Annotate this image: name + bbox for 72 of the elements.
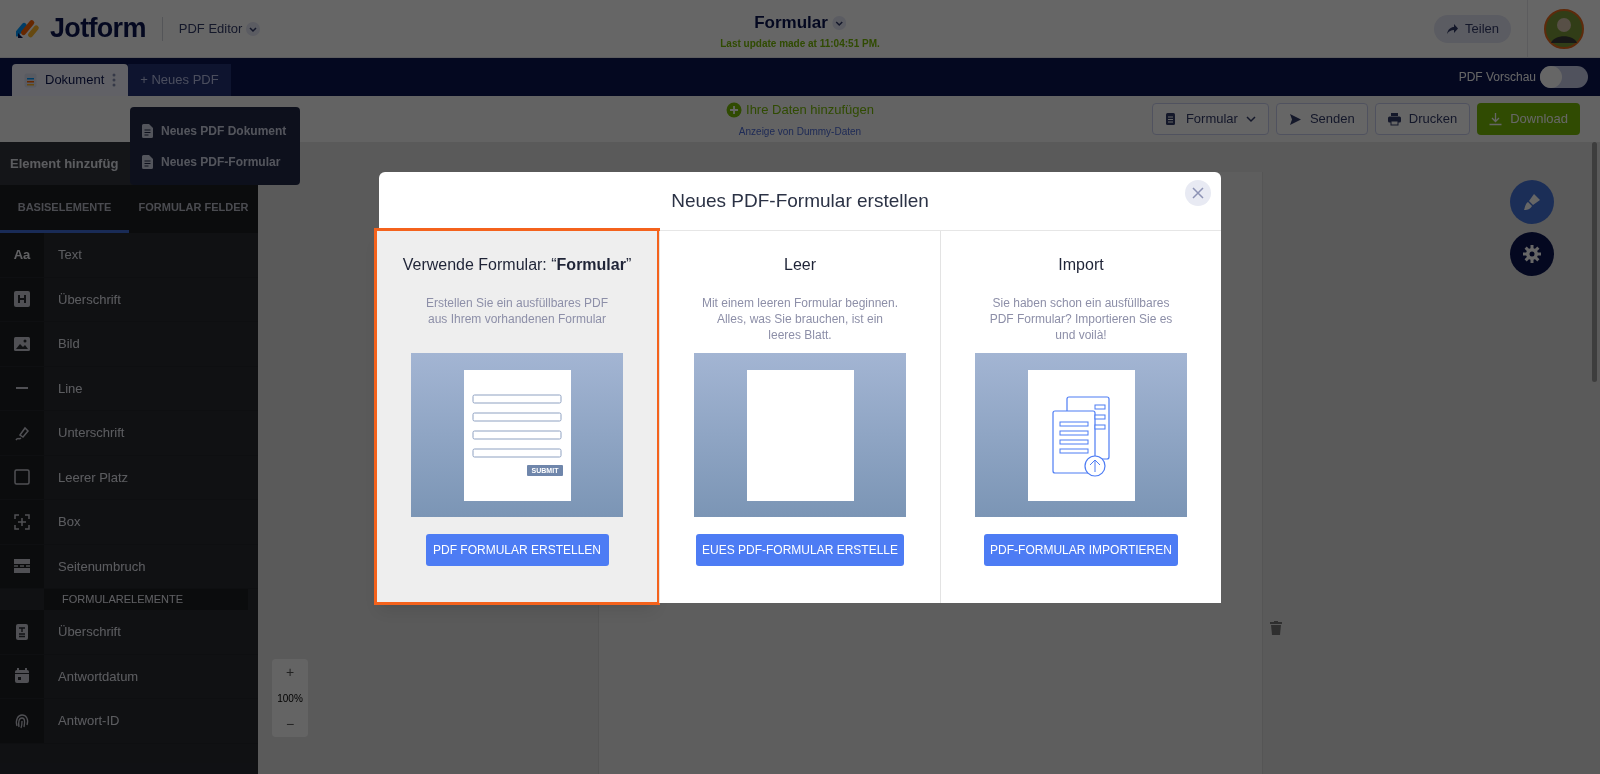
zoom-in-button[interactable]: + <box>285 659 295 685</box>
line-icon <box>16 387 28 390</box>
sidebar-item[interactable]: Bild <box>0 322 258 367</box>
preview-toggle[interactable] <box>1540 66 1588 88</box>
send-icon <box>1288 112 1302 126</box>
fingerprint-icon <box>13 711 31 730</box>
calendar-icon <box>13 667 31 686</box>
form-icon <box>1164 112 1178 126</box>
share-arrow-icon <box>1446 22 1460 35</box>
option-description: Sie haben schon ein ausfüllbares PDF Formular? Importieren Sie es und voilà! <box>988 295 1174 344</box>
create-button[interactable]: PDF FORMULAR ERSTELLEN <box>425 534 609 566</box>
option-card[interactable]: Import Sie haben schon ein ausfüllbares PDF Formular? Importieren Sie es und voilà! PDF-FORMULAR IMPORTIEREN <box>940 231 1221 603</box>
sidebar-item[interactable]: Seitenumbruch <box>0 544 258 589</box>
sidebar-item[interactable]: Line <box>0 366 258 411</box>
plus-circle-icon <box>726 101 743 118</box>
chevron-down-icon <box>831 15 846 30</box>
sidebar-item[interactable]: Unterschrift <box>0 411 258 456</box>
document-tab[interactable]: Dokument <box>12 64 129 96</box>
brush-icon <box>1522 192 1542 212</box>
trash-icon <box>1270 621 1282 635</box>
option-description: Erstellen Sie ein ausfüllbares PDF aus Ihrem vorhandenen Formular <box>424 295 610 328</box>
sidebar-item[interactable]: Überschrift <box>0 277 258 322</box>
printer-icon <box>1387 112 1401 126</box>
zoom-out-button[interactable]: − <box>285 711 295 737</box>
brush-button[interactable] <box>1510 180 1554 224</box>
form-title[interactable]: Formular <box>754 10 828 36</box>
section-header: FORMULARELEMENTE <box>44 589 248 610</box>
product-dropdown[interactable]: PDF Editor <box>178 18 261 39</box>
close-icon <box>1192 187 1204 199</box>
last-update-text: Last update made at 11:04:51 PM. <box>720 36 880 51</box>
preview-label: PDF Vorschau <box>1458 69 1536 86</box>
settings-icon <box>1522 244 1542 264</box>
option-title: Verwende Formular: “Formular” <box>402 255 632 275</box>
image-icon <box>13 334 31 353</box>
sidebar-item[interactable]: Antwort-ID <box>0 699 258 744</box>
document-icon <box>142 154 153 169</box>
option-title: Leer <box>784 255 816 275</box>
modal-title: Neues PDF-Formular erstellen <box>671 188 929 213</box>
settings-button[interactable] <box>1510 232 1554 276</box>
chevron-down-icon <box>1245 115 1256 123</box>
logo-text: Jotform <box>50 12 146 46</box>
document-icon <box>24 72 37 88</box>
add-data-link[interactable]: Ihre Daten hinzufügen <box>726 100 874 120</box>
chevron-down-icon <box>246 21 261 36</box>
sidebar-tab[interactable]: FORMULAR FELDER <box>129 185 258 233</box>
option-description: Mit einem leeren Formular beginnen. Alles, was Sie brauchen, ist ein leeres Blatt. <box>700 295 900 344</box>
download-button[interactable]: Download <box>1477 103 1580 135</box>
zoom-level: 100% <box>277 691 303 706</box>
square-icon <box>13 468 31 487</box>
send-button[interactable]: Senden <box>1275 103 1368 135</box>
sidebar-item[interactable]: Box <box>0 500 258 545</box>
page-break-icon <box>13 557 31 576</box>
dummy-data-link[interactable]: Anzeige von Dummy-Daten <box>738 123 862 139</box>
create-button[interactable]: PDF-FORMULAR IMPORTIEREN <box>984 534 1178 566</box>
sidebar-item[interactable]: Aa Text <box>0 233 258 278</box>
document-icon <box>142 123 153 138</box>
download-icon <box>1489 112 1503 126</box>
create-button[interactable]: EUES PDF-FORMULAR ERSTELLE <box>695 534 904 566</box>
option-title: Import <box>1058 255 1104 275</box>
box-icon <box>13 512 31 531</box>
close-button[interactable] <box>1185 180 1211 206</box>
form-heading-icon <box>13 622 31 641</box>
print-button[interactable]: Drucken <box>1374 103 1471 135</box>
more-dots-icon <box>112 73 117 87</box>
share-button[interactable]: Teilen <box>1434 14 1511 43</box>
sidebar-item[interactable]: Leerer Platz <box>0 455 258 500</box>
sidebar-item[interactable]: Antwortdatum <box>0 654 258 699</box>
sidebar-item[interactable]: Überschrift <box>0 610 258 655</box>
form-dropdown[interactable]: Formular <box>1151 103 1269 135</box>
avatar-icon <box>1544 8 1584 49</box>
heading-icon <box>13 290 31 309</box>
text-icon: Aa <box>13 245 31 265</box>
